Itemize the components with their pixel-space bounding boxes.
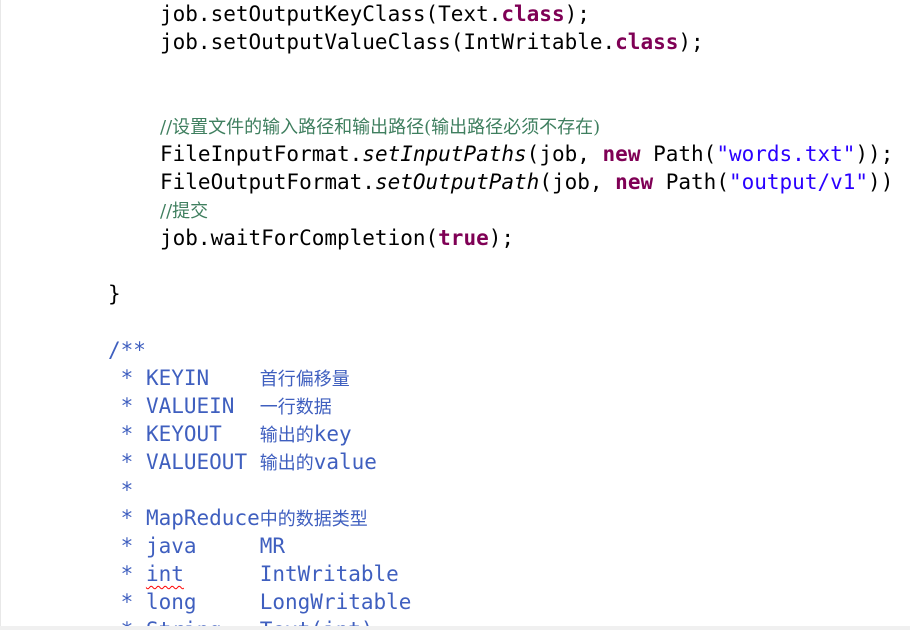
editor-bottom-edge (0, 626, 910, 630)
javadoc-row-keyout[interactable]: * KEYOUT 输出的key (108, 420, 352, 448)
editor-left-border (0, 0, 1, 630)
javadoc-row-valuein[interactable]: * VALUEIN 一行数据 (108, 392, 332, 420)
code-line-wait-for-completion[interactable]: job.waitForCompletion(true); (160, 224, 514, 252)
javadoc-row-blank[interactable]: * (108, 476, 134, 504)
javadoc-row-long-longwritable[interactable]: * long LongWritable (108, 588, 412, 616)
javadoc-row-mapreduce-types[interactable]: * MapReduce中的数据类型 (108, 504, 368, 532)
javadoc-row-valueout[interactable]: * VALUEOUT 输出的value (108, 448, 377, 476)
javadoc-row-keyin[interactable]: * KEYIN 首行偏移量 (108, 364, 350, 392)
code-line-set-output-path[interactable]: FileOutputFormat.setOutputPath(job, new … (160, 168, 893, 196)
code-line-set-input-paths[interactable]: FileInputFormat.setInputPaths(job, new P… (160, 140, 893, 168)
code-line-closing-brace[interactable]: } (108, 280, 121, 308)
code-line-comment-submit[interactable]: //提交 (160, 196, 208, 224)
javadoc-open[interactable]: /** (108, 336, 146, 364)
code-editor[interactable]: job.setOutputKeyClass(Text.class); job.s… (0, 0, 910, 630)
code-line-comment-paths[interactable]: //设置文件的输入路径和输出路径(输出路径必须不存在) (160, 112, 600, 140)
spelling-error-underline[interactable]: int (146, 562, 184, 586)
code-line-set-output-key-class[interactable]: job.setOutputKeyClass(Text.class); (160, 0, 590, 28)
javadoc-row-java-mr[interactable]: * java MR (108, 532, 285, 560)
javadoc-row-int-intwritable[interactable]: * int IntWritable (108, 560, 399, 588)
code-line-set-output-value-class[interactable]: job.setOutputValueClass(IntWritable.clas… (160, 28, 704, 56)
